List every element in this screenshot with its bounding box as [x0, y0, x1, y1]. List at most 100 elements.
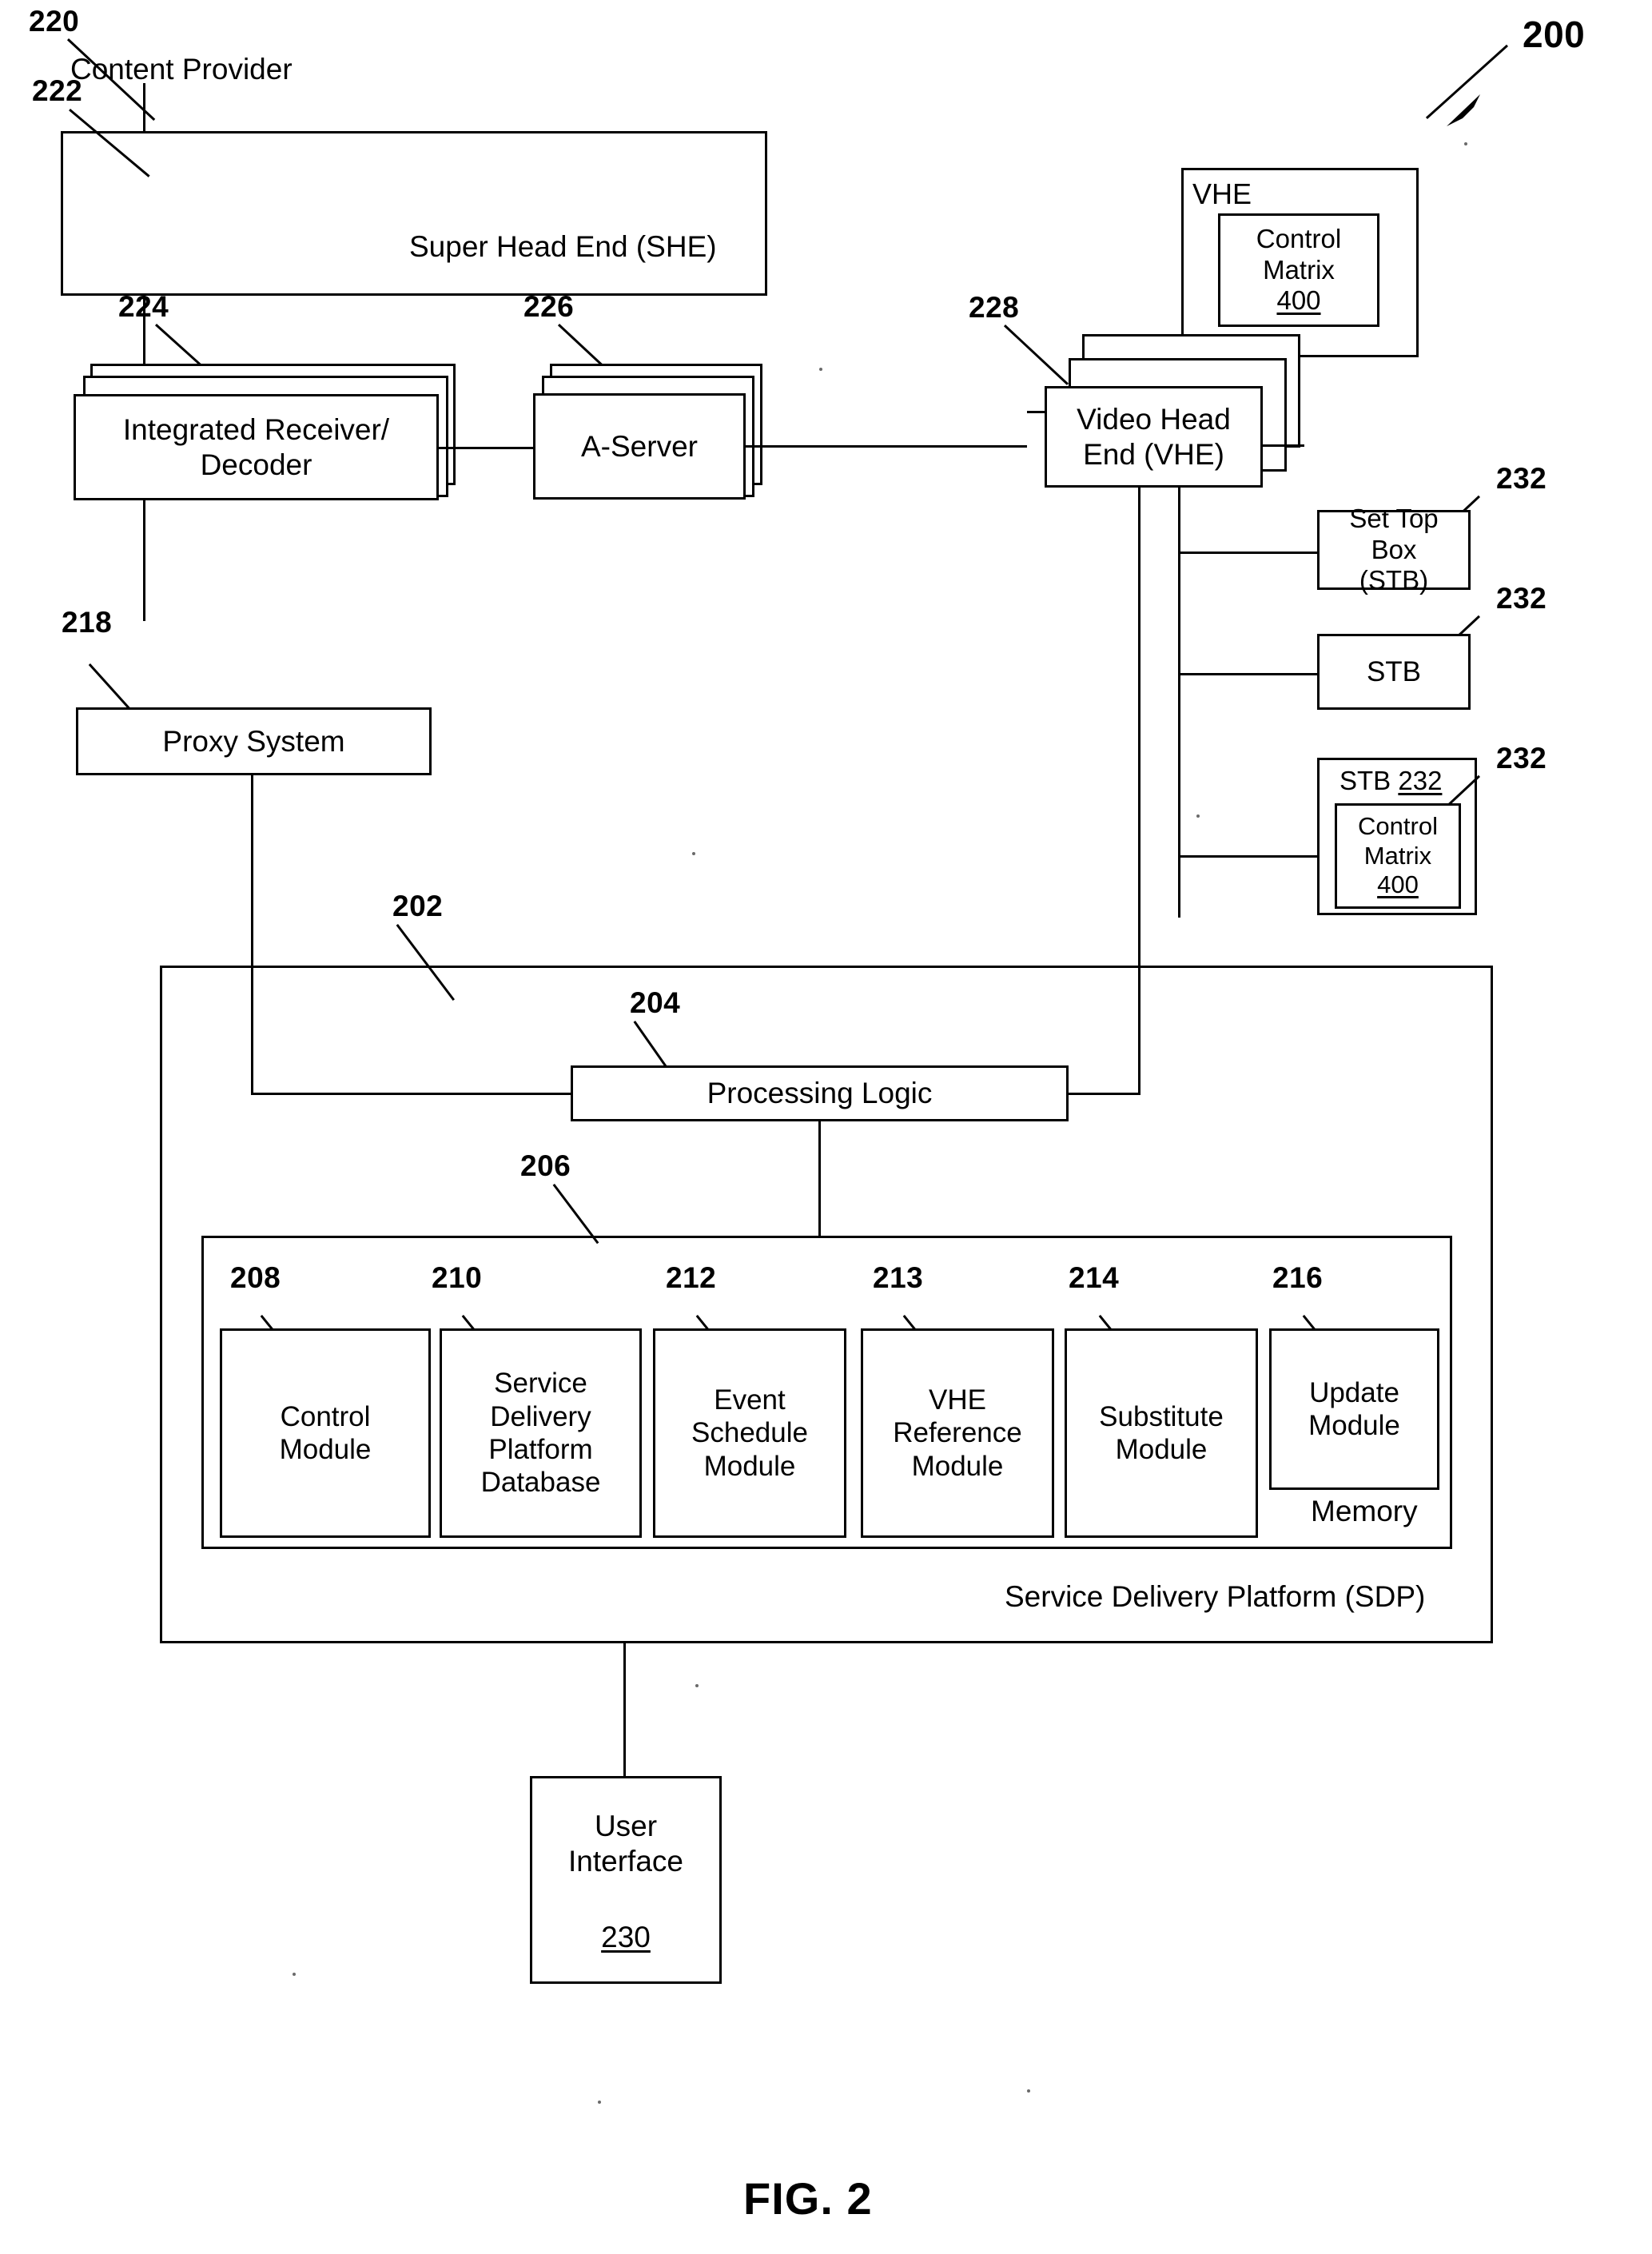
speckle-icon	[1027, 2089, 1030, 2093]
leader-line-228	[1003, 325, 1069, 385]
stb3-ref: 232	[1398, 766, 1443, 795]
ref-200: 200	[1523, 14, 1586, 55]
vhe-reference-line1: VHE	[929, 1384, 986, 1416]
sdp-database-line3: Platform	[488, 1434, 593, 1465]
system-arrowhead-icon	[1447, 94, 1480, 126]
connector-aserver-to-vhe	[746, 445, 1027, 448]
memory-module-event-schedule[interactable]: Event Schedule Module	[653, 1328, 846, 1538]
sdp-database-line4: Database	[480, 1467, 601, 1499]
stb1-label: Set Top Box (STB)	[1320, 504, 1468, 597]
proxy-system-box[interactable]: Proxy System	[76, 707, 432, 775]
a-server-box[interactable]: A-Server	[533, 393, 746, 500]
ird-label: Integrated Receiver/ Decoder	[118, 412, 394, 482]
event-schedule-line1: Event	[714, 1384, 786, 1416]
vhe-panel-label: VHE	[1192, 177, 1252, 210]
update-line1: Update	[1309, 1376, 1399, 1408]
memory-module-control[interactable]: Control Module	[220, 1328, 431, 1538]
vhe-control-matrix-box[interactable]: Control Matrix 400	[1218, 213, 1379, 327]
figure-caption: FIG. 2	[743, 2173, 873, 2224]
integrated-receiver-decoder-box[interactable]: Integrated Receiver/ Decoder	[74, 394, 439, 500]
processing-logic-label: Processing Logic	[707, 1077, 933, 1110]
super-head-end-label: Super Head End (SHE)	[409, 230, 717, 263]
vhe-label: Video Head End (VHE)	[1072, 402, 1236, 472]
ref-214: 214	[1069, 1261, 1120, 1294]
ref-212: 212	[666, 1261, 717, 1294]
ref-226: 226	[523, 290, 575, 323]
memory-module-vhe-reference[interactable]: VHE Reference Module	[861, 1328, 1054, 1538]
connector-content-provider-to-she	[143, 83, 145, 133]
stb-control-matrix-line1: Control	[1358, 812, 1438, 841]
speckle-icon	[695, 1684, 699, 1687]
vhe-label-line1: Video Head	[1077, 402, 1231, 436]
stb-control-matrix-box[interactable]: Control Matrix 400	[1335, 803, 1461, 909]
speckle-icon	[293, 1973, 296, 1976]
vhe-control-matrix-line1: Control	[1256, 223, 1342, 253]
content-provider-label: Content Provider	[70, 53, 293, 86]
event-schedule-line2: Schedule	[691, 1417, 808, 1449]
patent-figure-page: 220 Content Provider 222 Super Head End …	[0, 0, 1652, 2254]
connector-sdp-to-user-interface	[623, 1643, 626, 1776]
control-module-line1: Control	[280, 1400, 371, 1432]
video-head-end-box[interactable]: Video Head End (VHE)	[1045, 386, 1263, 488]
control-module-line2: Module	[279, 1434, 372, 1465]
processing-logic-box[interactable]: Processing Logic	[571, 1065, 1069, 1121]
stb1-label-line1: Set Top Box	[1349, 503, 1439, 564]
ref-204: 204	[630, 986, 681, 1019]
memory-module-sdp-database[interactable]: Service Delivery Platform Database	[440, 1328, 642, 1538]
stb3-label: STB 232	[1340, 766, 1442, 796]
event-schedule-line3: Module	[703, 1450, 796, 1482]
user-interface-ref: 230	[601, 1921, 651, 1954]
ref-208: 208	[230, 1261, 281, 1294]
ref-232-c: 232	[1496, 742, 1547, 775]
stb-control-matrix-line2: Matrix	[1363, 841, 1432, 870]
set-top-box-2[interactable]: STB	[1317, 634, 1471, 710]
vhe-reference-line3: Module	[911, 1450, 1004, 1482]
speckle-icon	[692, 852, 695, 855]
ref-202: 202	[392, 890, 444, 922]
set-top-box-1[interactable]: Set Top Box (STB)	[1317, 504, 1471, 595]
ref-213: 213	[873, 1261, 924, 1294]
ref-232-a: 232	[1496, 462, 1547, 495]
ird-label-line1: Integrated Receiver/	[122, 412, 390, 446]
memory-module-update[interactable]: Update Module	[1269, 1328, 1439, 1490]
stb3-label-text: STB	[1340, 766, 1391, 795]
user-interface-line2: Interface	[568, 1844, 683, 1878]
connector-vhe-to-stb3	[1178, 855, 1317, 858]
update-line2: Module	[1308, 1410, 1400, 1441]
speckle-icon	[1196, 814, 1200, 818]
stb2-label: STB	[1366, 655, 1422, 687]
vhe-reference-line2: Reference	[893, 1417, 1022, 1449]
sdp-database-line2: Delivery	[490, 1400, 591, 1432]
speckle-icon	[598, 2101, 601, 2104]
user-interface-line1: User	[594, 1810, 658, 1842]
connector-vhe-to-stb2	[1178, 673, 1317, 675]
substitute-line2: Module	[1115, 1434, 1208, 1465]
connector-processing-logic-to-memory	[818, 1121, 821, 1236]
stb-control-matrix-ref: 400	[1377, 870, 1419, 899]
speckle-icon	[1464, 142, 1467, 145]
ref-220: 220	[29, 5, 80, 38]
ref-228: 228	[969, 291, 1020, 324]
memory-module-substitute[interactable]: Substitute Module	[1065, 1328, 1258, 1538]
connector-vhe-to-stb1	[1178, 552, 1317, 554]
vhe-control-matrix-line2: Matrix	[1263, 254, 1335, 285]
connector-vhe-right	[1263, 444, 1304, 447]
stb1-label-line2: (STB)	[1359, 565, 1429, 595]
ref-232-b: 232	[1496, 582, 1547, 615]
user-interface-box[interactable]: User Interface 230	[530, 1776, 722, 1984]
memory-label: Memory	[1311, 1495, 1418, 1527]
a-server-label: A-Server	[581, 429, 698, 463]
vhe-control-matrix-ref: 400	[1276, 285, 1321, 316]
vhe-label-line2: End (VHE)	[1083, 437, 1224, 471]
ref-210: 210	[432, 1261, 483, 1294]
ref-216: 216	[1272, 1261, 1324, 1294]
ref-206: 206	[520, 1149, 571, 1182]
connector-ird-to-aserver	[439, 447, 535, 449]
sdp-database-line1: Service	[494, 1368, 587, 1400]
ref-222: 222	[32, 74, 83, 107]
ird-label-line2: Decoder	[200, 448, 312, 481]
proxy-system-label: Proxy System	[162, 724, 345, 758]
sdp-label: Service Delivery Platform (SDP)	[1005, 1580, 1426, 1613]
ref-218: 218	[62, 606, 113, 639]
super-head-end-container	[61, 131, 767, 296]
